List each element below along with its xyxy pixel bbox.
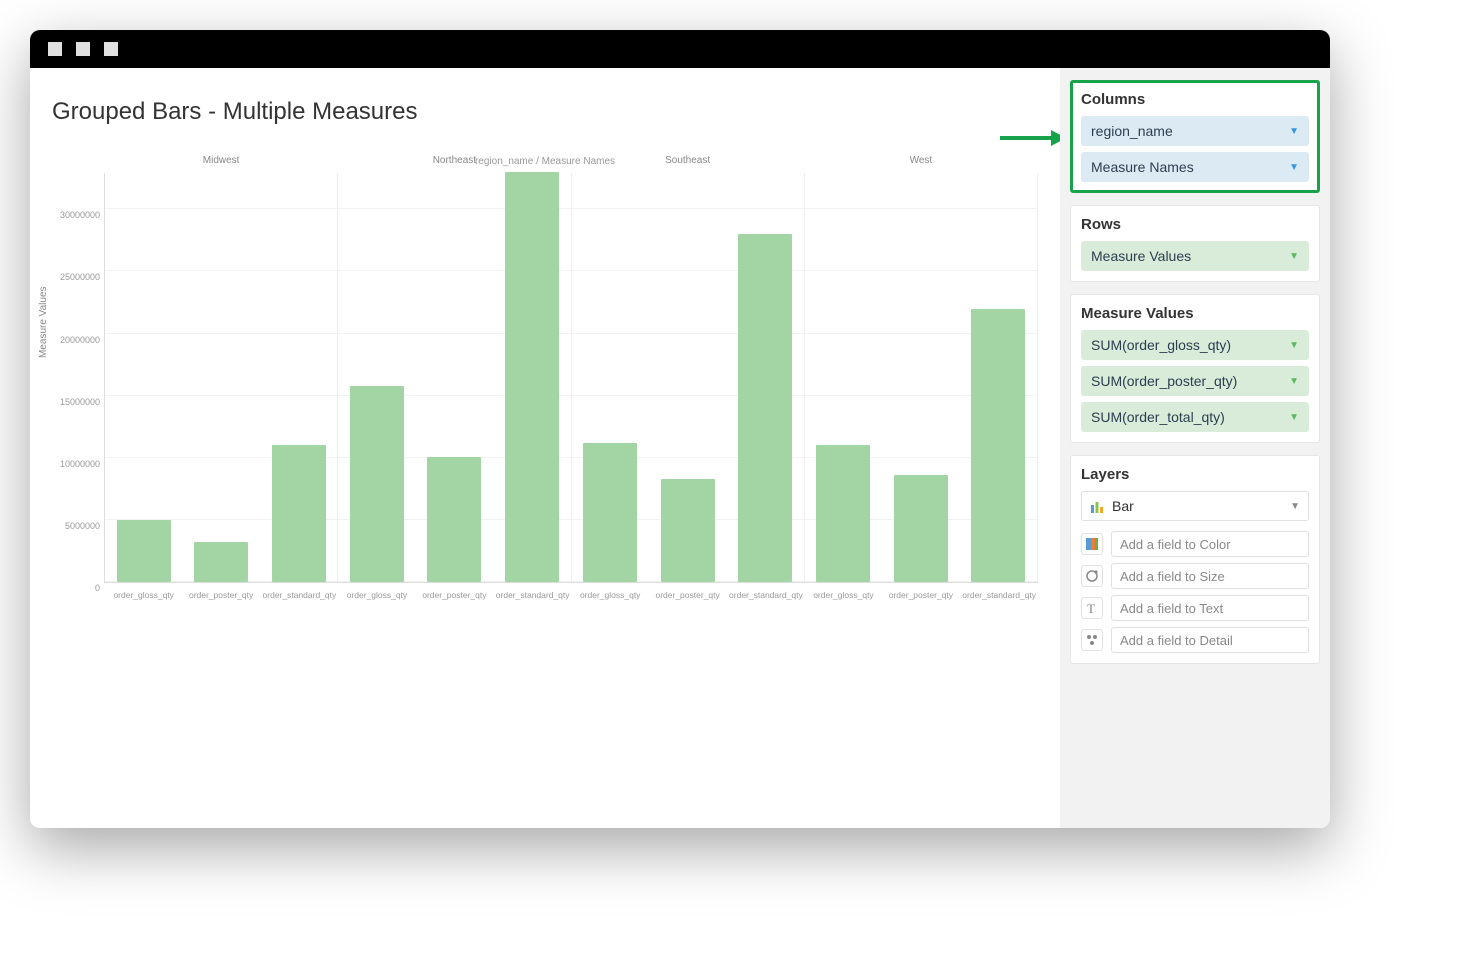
svg-text:T: T	[1087, 601, 1095, 615]
y-tick: 25000000	[60, 272, 100, 282]
region-group: Southeastorder_gloss_qtyorder_poster_qty…	[572, 173, 805, 582]
column-pill-measure-names[interactable]: Measure Names ▼	[1081, 152, 1309, 182]
bar[interactable]	[505, 172, 559, 582]
pill-label: SUM(order_gloss_qty)	[1091, 337, 1231, 353]
layers-panel: Layers Bar ▼ Add a field to Color Add a f…	[1070, 455, 1320, 664]
y-tick: 5000000	[65, 521, 100, 531]
bar[interactable]	[350, 386, 404, 582]
chart-area: region_name / Measure Names Measure Valu…	[52, 156, 1038, 686]
app-window: Grouped Bars - Multiple Measures region_…	[30, 30, 1330, 828]
caret-down-icon: ▼	[1290, 501, 1300, 512]
bar-label: order_standard_qty	[729, 590, 801, 600]
bar[interactable]	[738, 234, 792, 582]
color-icon	[1081, 533, 1103, 555]
y-tick: 20000000	[60, 335, 100, 345]
detail-icon	[1081, 629, 1103, 651]
window-control[interactable]	[48, 42, 62, 56]
caret-down-icon: ▼	[1289, 376, 1299, 387]
bar[interactable]	[117, 520, 171, 582]
bar[interactable]	[971, 309, 1025, 582]
chart-type-label: Bar	[1112, 498, 1134, 514]
layer-field-row: Add a field to Detail	[1081, 627, 1309, 653]
bar-label: order_gloss_qty	[341, 590, 413, 600]
layer-field-input[interactable]: Add a field to Text	[1111, 595, 1309, 621]
layer-field-row: Add a field to Size	[1081, 563, 1309, 589]
bar[interactable]	[194, 542, 248, 582]
layer-field-input[interactable]: Add a field to Size	[1111, 563, 1309, 589]
region-label: Southeast	[572, 155, 804, 166]
bar-label: order_poster_qty	[185, 590, 257, 600]
main-panel: Grouped Bars - Multiple Measures region_…	[30, 68, 1060, 828]
region-group: Westorder_gloss_qtyorder_poster_qtyorder…	[805, 173, 1038, 582]
pill-label: Measure Values	[1091, 248, 1191, 264]
bar-label: order_gloss_qty	[807, 590, 879, 600]
rows-panel: Rows Measure Values ▼	[1070, 205, 1320, 282]
bar[interactable]	[661, 479, 715, 582]
caret-down-icon: ▼	[1289, 126, 1299, 137]
measure-values-title: Measure Values	[1081, 305, 1309, 322]
measure-values-panel: Measure Values SUM(order_gloss_qty) ▼ SU…	[1070, 294, 1320, 443]
bar-label: order_gloss_qty	[108, 590, 180, 600]
bar-icon	[1090, 499, 1104, 513]
layer-field-row: Add a field to Color	[1081, 531, 1309, 557]
row-pill-measure-values[interactable]: Measure Values ▼	[1081, 241, 1309, 271]
column-pill-region-name[interactable]: region_name ▼	[1081, 116, 1309, 146]
y-tick: 30000000	[60, 210, 100, 220]
sidebar: Columns region_name ▼ Measure Names ▼ Ro…	[1060, 68, 1330, 828]
rows-title: Rows	[1081, 216, 1309, 233]
chart-title: Grouped Bars - Multiple Measures	[52, 98, 1038, 126]
pill-label: Measure Names	[1091, 159, 1194, 175]
caret-down-icon: ▼	[1289, 251, 1299, 262]
caret-down-icon: ▼	[1289, 412, 1299, 423]
bar[interactable]	[894, 475, 948, 582]
region-group: Northeastorder_gloss_qtyorder_poster_qty…	[338, 173, 571, 582]
y-tick: 0	[95, 583, 100, 593]
bar[interactable]	[816, 445, 870, 582]
region-label: Northeast	[338, 155, 570, 166]
bar-label: order_poster_qty	[885, 590, 957, 600]
bar-label: order_poster_qty	[418, 590, 490, 600]
bar-label: order_standard_qty	[263, 590, 335, 600]
titlebar	[30, 30, 1330, 68]
y-axis-label: Measure Values	[38, 286, 49, 358]
chart-type-select[interactable]: Bar ▼	[1081, 491, 1309, 521]
bar-label: order_poster_qty	[652, 590, 724, 600]
caret-down-icon: ▼	[1289, 340, 1299, 351]
bar[interactable]	[583, 443, 637, 582]
region-label: Midwest	[105, 155, 337, 166]
layers-title: Layers	[1081, 466, 1309, 483]
layer-field-input[interactable]: Add a field to Color	[1111, 531, 1309, 557]
measure-pill[interactable]: SUM(order_gloss_qty) ▼	[1081, 330, 1309, 360]
window-control[interactable]	[76, 42, 90, 56]
pill-label: SUM(order_poster_qty)	[1091, 373, 1237, 389]
y-tick: 15000000	[60, 397, 100, 407]
pill-label: region_name	[1091, 123, 1173, 139]
measure-pill[interactable]: SUM(order_total_qty) ▼	[1081, 402, 1309, 432]
region-label: West	[805, 155, 1037, 166]
caret-down-icon: ▼	[1289, 162, 1299, 173]
layer-field-row: T Add a field to Text	[1081, 595, 1309, 621]
bar[interactable]	[272, 445, 326, 582]
y-tick: 10000000	[60, 459, 100, 469]
bar-label: order_gloss_qty	[574, 590, 646, 600]
window-control[interactable]	[104, 42, 118, 56]
bar-label: order_standard_qty	[962, 590, 1034, 600]
columns-panel: Columns region_name ▼ Measure Names ▼	[1070, 80, 1320, 193]
chart-plot: Measure Values 0500000010000000150000002…	[52, 173, 1038, 653]
content-area: Grouped Bars - Multiple Measures region_…	[30, 68, 1330, 828]
region-group: Midwestorder_gloss_qtyorder_poster_qtyor…	[105, 173, 338, 582]
y-axis: Measure Values 0500000010000000150000002…	[52, 173, 104, 583]
size-icon	[1081, 565, 1103, 587]
bar-label: order_standard_qty	[496, 590, 568, 600]
bar[interactable]	[427, 457, 481, 582]
plot-region: Midwestorder_gloss_qtyorder_poster_qtyor…	[104, 173, 1038, 583]
measure-pill[interactable]: SUM(order_poster_qty) ▼	[1081, 366, 1309, 396]
columns-title: Columns	[1081, 91, 1309, 108]
pill-label: SUM(order_total_qty)	[1091, 409, 1225, 425]
layer-field-input[interactable]: Add a field to Detail	[1111, 627, 1309, 653]
arrow-annotation	[996, 128, 1060, 148]
text-icon: T	[1081, 597, 1103, 619]
